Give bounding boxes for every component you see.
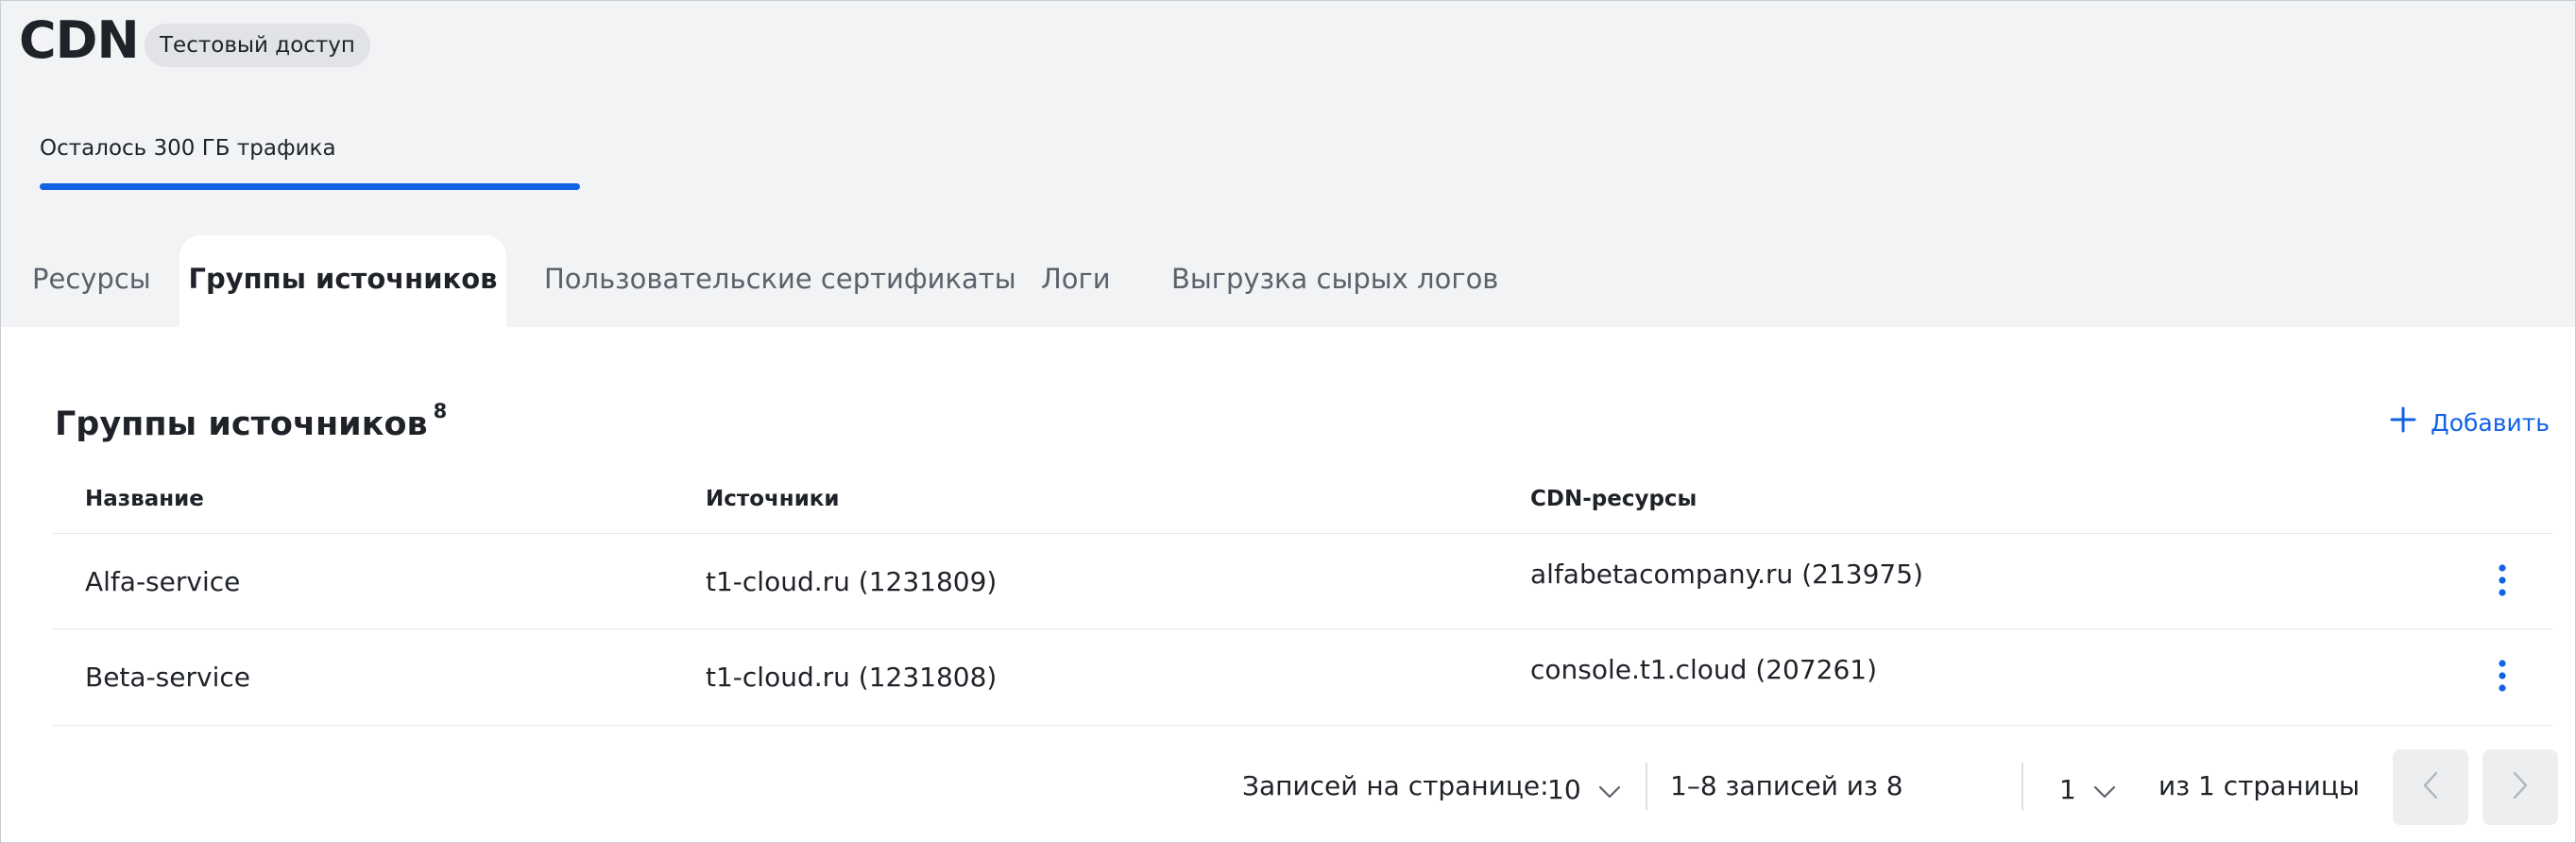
divider [2022, 763, 2023, 810]
row-name: Beta-service [85, 662, 250, 693]
trial-badge: Тестовый доступ [145, 24, 370, 67]
chevron-left-icon [2422, 771, 2439, 803]
tab-bar: Ресурсы Группы источников Пользовательск… [1, 235, 2575, 327]
column-header-name[interactable]: Название [85, 487, 204, 511]
plus-icon [2389, 405, 2417, 439]
per-page-label: Записей на странице: [1242, 770, 1549, 801]
table-row[interactable]: Beta-service t1-cloud.ru (1231808) conso… [53, 628, 2553, 726]
per-page-value: 10 [1547, 773, 1581, 805]
per-page-select[interactable]: 10 [1547, 761, 1621, 817]
column-header-cdn-resources[interactable]: CDN-ресурсы [1530, 487, 1697, 511]
add-button-label: Добавить [2431, 408, 2550, 437]
records-range: 1–8 записей из 8 [1670, 770, 1903, 801]
add-button[interactable]: Добавить [2389, 401, 2550, 444]
pagination-bar: Записей на странице: 10 1–8 записей из 8… [1, 748, 2575, 833]
row-cdn-resource[interactable]: console.t1.cloud (207261) [1530, 654, 1877, 685]
tab-resources[interactable]: Ресурсы [32, 235, 151, 327]
divider [1646, 763, 1647, 810]
tab-raw-logs-export[interactable]: Выгрузка сырых логов [1171, 235, 1498, 327]
chevron-down-icon [1598, 774, 1621, 805]
page-select[interactable]: 1 [2059, 761, 2116, 817]
section-count: 8 [433, 400, 448, 422]
chevron-down-icon [2093, 774, 2116, 805]
row-menu-button[interactable] [2480, 655, 2525, 700]
tab-custom-certificates[interactable]: Пользовательские сертификаты [544, 235, 1016, 327]
section-title: Группы источников 8 [55, 400, 447, 443]
header-area: CDN Тестовый доступ Осталось 300 ГБ траф… [1, 1, 2575, 327]
row-source: t1-cloud.ru (1231809) [706, 566, 998, 597]
page-title: CDN [19, 10, 140, 70]
pages-total: из 1 страницы [2158, 770, 2361, 801]
chevron-right-icon [2512, 771, 2529, 803]
row-name: Alfa-service [85, 566, 241, 597]
row-menu-button[interactable] [2480, 559, 2525, 605]
traffic-quota-label: Осталось 300 ГБ трафика [40, 136, 336, 161]
traffic-quota-fill [40, 183, 580, 190]
prev-page-button[interactable] [2393, 749, 2468, 825]
tab-origin-groups[interactable]: Группы источников [179, 235, 506, 327]
next-page-button[interactable] [2482, 749, 2558, 825]
traffic-quota-bar [40, 183, 580, 190]
more-vertical-icon [2498, 563, 2507, 601]
more-vertical-icon [2498, 659, 2507, 697]
table-row[interactable]: Alfa-service t1-cloud.ru (1231809) alfab… [53, 533, 2553, 629]
row-source: t1-cloud.ru (1231808) [706, 662, 998, 693]
tab-logs[interactable]: Логи [1041, 235, 1111, 327]
app-window: CDN Тестовый доступ Осталось 300 ГБ траф… [0, 0, 2576, 843]
column-header-sources[interactable]: Источники [706, 487, 840, 511]
section-title-text: Группы источников [55, 405, 428, 443]
row-cdn-resource[interactable]: alfabetacompany.ru (213975) [1530, 559, 1923, 590]
page-value: 1 [2059, 773, 2076, 805]
